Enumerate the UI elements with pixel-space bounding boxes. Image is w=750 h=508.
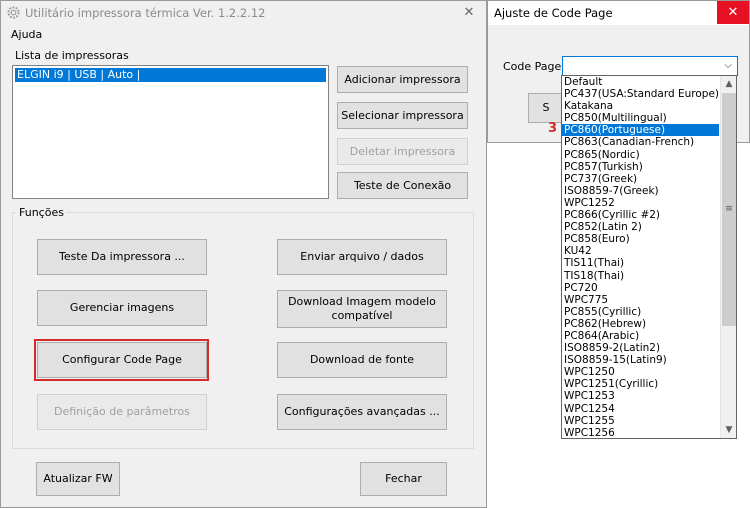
codepage-options: Default PC437(USA:Standard Europe) Katakan…	[562, 76, 719, 438]
printers-list-label: Lista de impressoras	[15, 49, 129, 62]
close-icon[interactable]: ✕	[717, 1, 749, 24]
dropdown-option[interactable]: PC865(Nordic)	[562, 149, 719, 161]
dropdown-option[interactable]: KU42	[562, 245, 719, 257]
grip-icon: ≡	[725, 204, 733, 214]
download-image-button[interactable]: Download Imagem modelo compatível	[277, 290, 447, 328]
dropdown-option[interactable]: PC866(Cyrillic #2)	[562, 209, 719, 221]
select-printer-button[interactable]: Selecionar impressora	[337, 102, 468, 129]
dropdown-option[interactable]: PC720	[562, 282, 719, 294]
dropdown-option[interactable]: TIS18(Thai)	[562, 270, 719, 282]
dropdown-option[interactable]: WPC1252	[562, 197, 719, 209]
dropdown-option[interactable]: TIS11(Thai)	[562, 257, 719, 269]
dialog-title: Ajuste de Code Page	[494, 6, 613, 20]
scroll-down-icon[interactable]: ▼	[721, 422, 736, 438]
scroll-up-icon[interactable]: ▲	[721, 76, 736, 92]
dropdown-option[interactable]: ISO8859-7(Greek)	[562, 185, 719, 197]
menu-item-ajuda[interactable]: Ajuda	[11, 28, 42, 41]
test-printer-button[interactable]: Teste Da impressora ...	[37, 239, 207, 275]
download-font-button[interactable]: Download de fonte	[277, 342, 447, 378]
window-title: Utilitário impressora térmica Ver. 1.2.2…	[25, 6, 266, 20]
main-window: Utilitário impressora térmica Ver. 1.2.2…	[0, 0, 487, 508]
dropdown-option[interactable]: Katakana	[562, 100, 719, 112]
parameter-definition-button[interactable]: Definição de parâmetros	[37, 394, 207, 430]
gear-icon	[7, 6, 20, 19]
dropdown-option[interactable]: PC864(Arabic)	[562, 330, 719, 342]
dropdown-option[interactable]: PC862(Hebrew)	[562, 318, 719, 330]
main-titlebar: Utilitário impressora térmica Ver. 1.2.2…	[1, 1, 486, 25]
dropdown-option[interactable]: PC863(Canadian-French)	[562, 136, 719, 148]
dialog-titlebar: Ajuste de Code Page ✕	[488, 1, 749, 25]
dropdown-option[interactable]: WPC1256	[562, 427, 719, 438]
dropdown-option[interactable]: PC850(Multilingual)	[562, 112, 719, 124]
dropdown-option[interactable]: WPC1251(Cyrillic)	[562, 378, 719, 390]
dropdown-option[interactable]: WPC1250	[562, 366, 719, 378]
chevron-down-icon[interactable]: ⌵	[722, 59, 734, 73]
manage-images-button[interactable]: Gerenciar imagens	[37, 290, 207, 326]
dropdown-option[interactable]: WPC1253	[562, 390, 719, 402]
dropdown-option[interactable]: PC857(Turkish)	[562, 161, 719, 173]
codepage-dropdown-list[interactable]: Default PC437(USA:Standard Europe) Katakan…	[561, 75, 737, 439]
close-button[interactable]: Fechar	[360, 462, 447, 496]
advanced-settings-button[interactable]: Configurações avançadas ...	[277, 394, 447, 430]
dropdown-option[interactable]: PC858(Euro)	[562, 233, 719, 245]
dropdown-option[interactable]: PC737(Greek)	[562, 173, 719, 185]
list-item[interactable]: ELGIN i9 | USB | Auto |	[15, 68, 326, 82]
add-printer-button[interactable]: Adicionar impressora	[337, 66, 468, 93]
dropdown-option[interactable]: PC855(Cyrillic)	[562, 306, 719, 318]
dropdown-option[interactable]: PC437(USA:Standard Europe)	[562, 88, 719, 100]
send-file-button[interactable]: Enviar arquivo / dados	[277, 239, 447, 275]
highlight-annotation	[34, 339, 209, 381]
dropdown-option[interactable]: ISO8859-15(Latin9)	[562, 354, 719, 366]
connection-test-button[interactable]: Teste de Conexão	[337, 172, 468, 199]
codepage-label: Code Page:	[503, 60, 565, 73]
dropdown-option[interactable]: WPC1254	[562, 403, 719, 415]
printers-list[interactable]: ELGIN i9 | USB | Auto |	[12, 65, 329, 199]
scrollbar-thumb[interactable]: ≡	[722, 93, 736, 326]
update-firmware-button[interactable]: Atualizar FW	[36, 462, 120, 496]
dropdown-option[interactable]: ISO8859-2(Latin2)	[562, 342, 719, 354]
close-icon[interactable]: ✕	[456, 4, 482, 22]
scrollbar[interactable]: ▲ ≡ ▼	[720, 76, 736, 438]
save-button[interactable]: S	[528, 93, 564, 123]
menu-bar: Ajuda	[1, 25, 486, 45]
codepage-select[interactable]: ⌵	[562, 56, 738, 76]
dropdown-option[interactable]: WPC775	[562, 294, 719, 306]
dropdown-option[interactable]: PC860(Portuguese)	[562, 124, 719, 137]
dropdown-option[interactable]: Default	[562, 76, 719, 88]
dropdown-option[interactable]: PC852(Latin 2)	[562, 221, 719, 233]
delete-printer-button[interactable]: Deletar impressora	[337, 138, 468, 165]
dropdown-option[interactable]: WPC1255	[562, 415, 719, 427]
functions-group-label: Funções	[17, 206, 66, 219]
step-number-annotation: 3	[548, 121, 558, 136]
